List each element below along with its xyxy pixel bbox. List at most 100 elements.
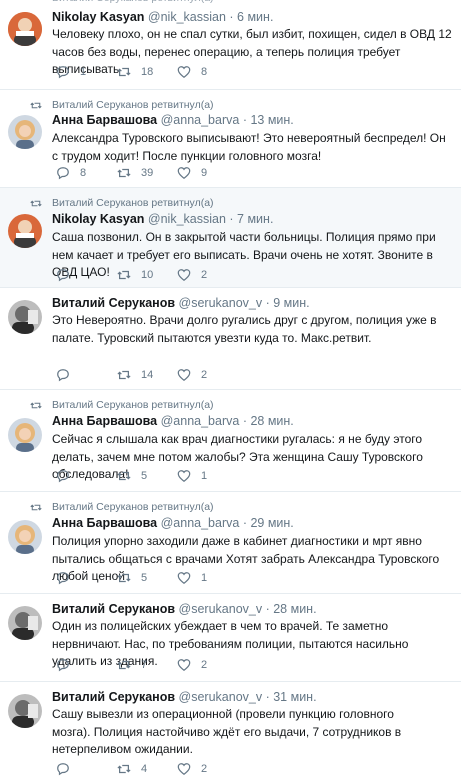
tweet-item[interactable]: Виталий Серуканов @serukanov_v · 28 мин.… [0,594,461,682]
retweet-label[interactable]: Виталий Серуканов ретвитнул(а) [52,501,214,513]
reply-button[interactable] [56,762,80,776]
tweet-actions: 10 2 [52,268,252,284]
retweet-button[interactable]: 5 [117,469,147,483]
retweet-label[interactable]: Виталий Серуканов ретвитнул(а) [52,99,214,111]
tweet-item[interactable]: Виталий Серуканов @serukanov_v · 31 мин.… [0,682,461,776]
avatar[interactable] [8,214,42,248]
tweet-actions: 8 39 9 [52,166,252,182]
reply-button[interactable] [56,571,80,585]
retweet-button[interactable]: 4 [117,762,147,776]
tweet-actions: 1 18 8 [52,65,252,81]
avatar[interactable] [8,520,42,554]
heart-icon [177,369,191,381]
retweet-icon [117,168,131,178]
reply-icon [57,167,69,180]
avatar[interactable] [8,606,42,640]
reply-button[interactable] [56,658,80,672]
author-handle[interactable]: @serukanov_v [179,602,263,616]
reply-icon [57,470,69,483]
tweet-time[interactable]: · 13 мин. [243,113,294,127]
retweet-count: 5 [141,572,148,584]
retweet-icon [117,660,131,670]
author-name[interactable]: Виталий Серуканов [52,690,175,704]
tweet-time[interactable]: · 9 мин. [266,296,310,310]
retweet-count: 4 [141,763,148,775]
author-name[interactable]: Анна Барвашова [52,113,157,127]
tweet-item[interactable]: Виталий Серуканов ретвитнул(а) Nikolay K… [0,188,461,288]
avatar[interactable] [8,300,42,334]
reply-button[interactable]: 8 [56,166,86,180]
author-name[interactable]: Анна Барвашова [52,414,157,428]
retweet-button[interactable]: 7 [117,658,147,672]
tweet-item[interactable]: Виталий Серуканов ретвитнул(а) Анна Барв… [0,390,461,492]
author-handle[interactable]: @serukanov_v [179,296,263,310]
tweet-actions: 7 2 [52,658,252,674]
author-name[interactable]: Nikolay Kasyan [52,10,144,24]
author-name[interactable]: Виталий Серуканов [52,296,175,310]
reply-button[interactable] [56,268,80,282]
avatar[interactable] [8,115,42,149]
retweet-button[interactable]: 10 [117,268,153,282]
tweet-time[interactable]: · 28 мин. [266,602,317,616]
tweet-time[interactable]: · 7 мин. [229,212,273,226]
tweet-time[interactable]: · 6 мин. [229,10,273,24]
author-name[interactable]: Виталий Серуканов [52,602,175,616]
avatar-image [8,214,42,248]
like-button[interactable]: 2 [177,368,207,382]
avatar[interactable] [8,694,42,728]
avatar[interactable] [8,418,42,452]
reply-button[interactable] [56,469,80,483]
author-handle[interactable]: @nik_kassian [148,10,226,24]
like-button[interactable]: 2 [177,658,207,672]
retweet-button[interactable]: 5 [117,571,147,585]
like-button[interactable]: 2 [177,268,207,282]
like-count: 1 [201,470,208,482]
tweet-time[interactable]: · 28 мин. [243,414,294,428]
author-handle[interactable]: @anna_barva [161,516,240,530]
like-button[interactable]: 8 [177,65,207,79]
heart-icon [177,167,191,179]
tweet-header: Анна Барвашова @anna_barva · 29 мин. [52,516,294,530]
author-handle[interactable]: @nik_kassian [148,212,226,226]
avatar[interactable] [8,12,42,46]
like-count: 2 [201,269,208,281]
tweet-time[interactable]: · 29 мин. [243,516,294,530]
like-button[interactable]: 9 [177,166,207,180]
tweet-item[interactable]: Виталий Серуканов ретвитнул(а) Nikolay K… [0,0,461,90]
tweet-header: Анна Барвашова @anna_barva · 13 мин. [52,113,294,127]
reply-icon [57,659,69,672]
author-handle[interactable]: @anna_barva [161,414,240,428]
author-handle[interactable]: @serukanov_v [179,690,263,704]
tweet-header: Анна Барвашова @anna_barva · 28 мин. [52,414,294,428]
avatar-image [8,115,42,149]
tweet-item[interactable]: Виталий Серуканов ретвитнул(а) Анна Барв… [0,492,461,594]
tweet-item[interactable]: Виталий Серуканов @serukanov_v · 9 мин. … [0,288,461,390]
author-name[interactable]: Анна Барвашова [52,516,157,530]
retweet-count: 14 [141,369,154,381]
reply-button[interactable] [56,368,80,382]
retweet-button[interactable]: 14 [117,368,153,382]
retweet-button[interactable]: 39 [117,166,153,180]
author-name[interactable]: Nikolay Kasyan [52,212,144,226]
retweet-icon [30,402,42,409]
like-button[interactable]: 2 [177,762,207,776]
retweet-icon [30,102,42,109]
like-button[interactable]: 1 [177,571,207,585]
heart-icon [177,470,191,482]
retweet-label[interactable]: Виталий Серуканов ретвитнул(а) [52,399,214,411]
tweet-time[interactable]: · 31 мин. [266,690,317,704]
like-button[interactable]: 1 [177,469,207,483]
tweet-item[interactable]: Виталий Серуканов ретвитнул(а) Анна Барв… [0,90,461,188]
reply-button[interactable]: 1 [56,65,86,79]
tweet-header: Виталий Серуканов @serukanov_v · 9 мин. [52,296,310,310]
retweet-count: 18 [141,66,154,78]
tweet-text: Сашу вывезли из операционной (провели пу… [52,707,402,756]
retweet-button[interactable]: 18 [117,65,153,79]
reply-icon [57,763,69,776]
author-handle[interactable]: @anna_barva [161,113,240,127]
retweet-label[interactable]: Виталий Серуканов ретвитнул(а) [52,197,214,209]
heart-icon [177,269,191,281]
like-count: 1 [201,572,208,584]
tweet-actions: 5 1 [52,571,252,587]
retweet-count: 10 [141,269,154,281]
